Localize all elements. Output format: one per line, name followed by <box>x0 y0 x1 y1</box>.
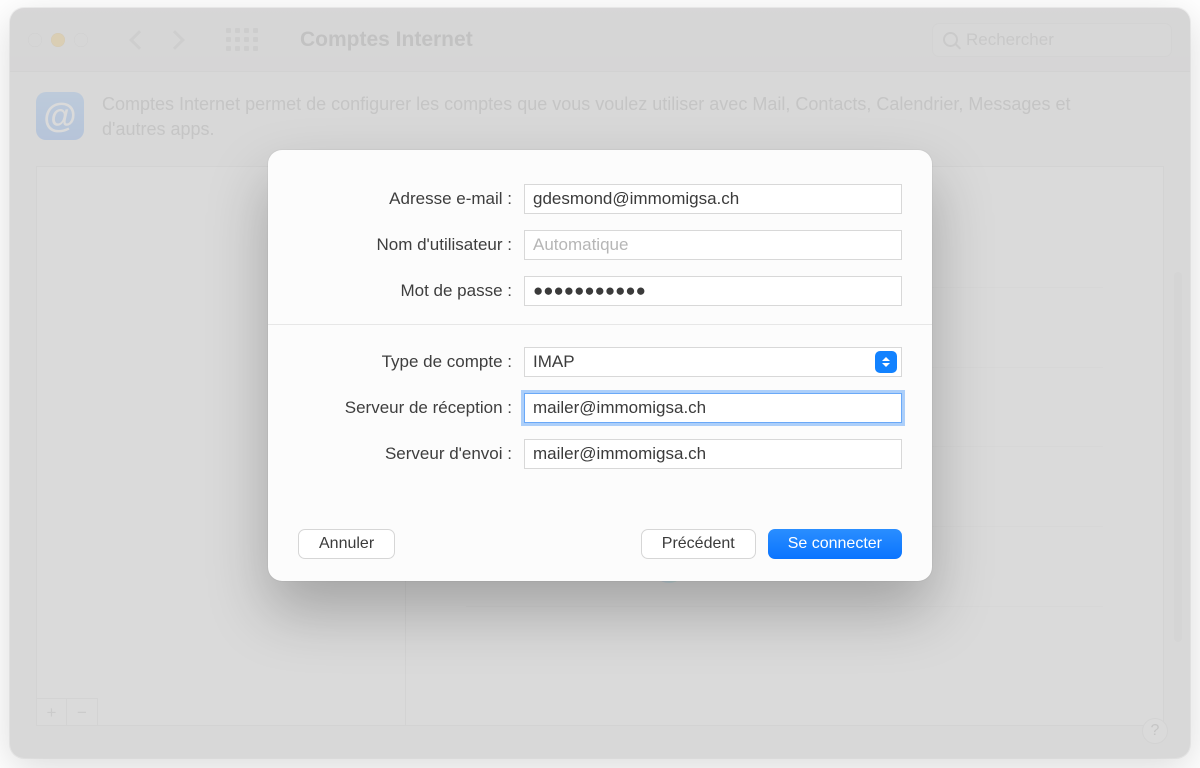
outgoing-server-label: Serveur d'envoi : <box>298 444 524 464</box>
account-type-select[interactable]: IMAP <box>524 347 902 377</box>
username-label: Nom d'utilisateur : <box>298 235 524 255</box>
email-field[interactable] <box>524 184 902 214</box>
divider <box>268 324 932 325</box>
button-bar: Annuler Précédent Se connecter <box>298 529 902 559</box>
connect-button[interactable]: Se connecter <box>768 529 902 559</box>
username-field[interactable] <box>524 230 902 260</box>
incoming-server-field[interactable] <box>524 393 902 423</box>
account-type-label: Type de compte : <box>298 352 524 372</box>
chevron-up-down-icon <box>875 351 897 373</box>
cancel-button[interactable]: Annuler <box>298 529 395 559</box>
incoming-server-label: Serveur de réception : <box>298 398 524 418</box>
back-button[interactable]: Précédent <box>641 529 756 559</box>
email-label: Adresse e-mail : <box>298 189 524 209</box>
password-field[interactable] <box>524 276 902 306</box>
password-label: Mot de passe : <box>298 281 524 301</box>
account-type-value: IMAP <box>533 352 575 372</box>
account-setup-sheet: Adresse e-mail : Nom d'utilisateur : Mot… <box>268 150 932 581</box>
preferences-window: Comptes Internet Rechercher @ Comptes In… <box>10 8 1190 758</box>
outgoing-server-field[interactable] <box>524 439 902 469</box>
